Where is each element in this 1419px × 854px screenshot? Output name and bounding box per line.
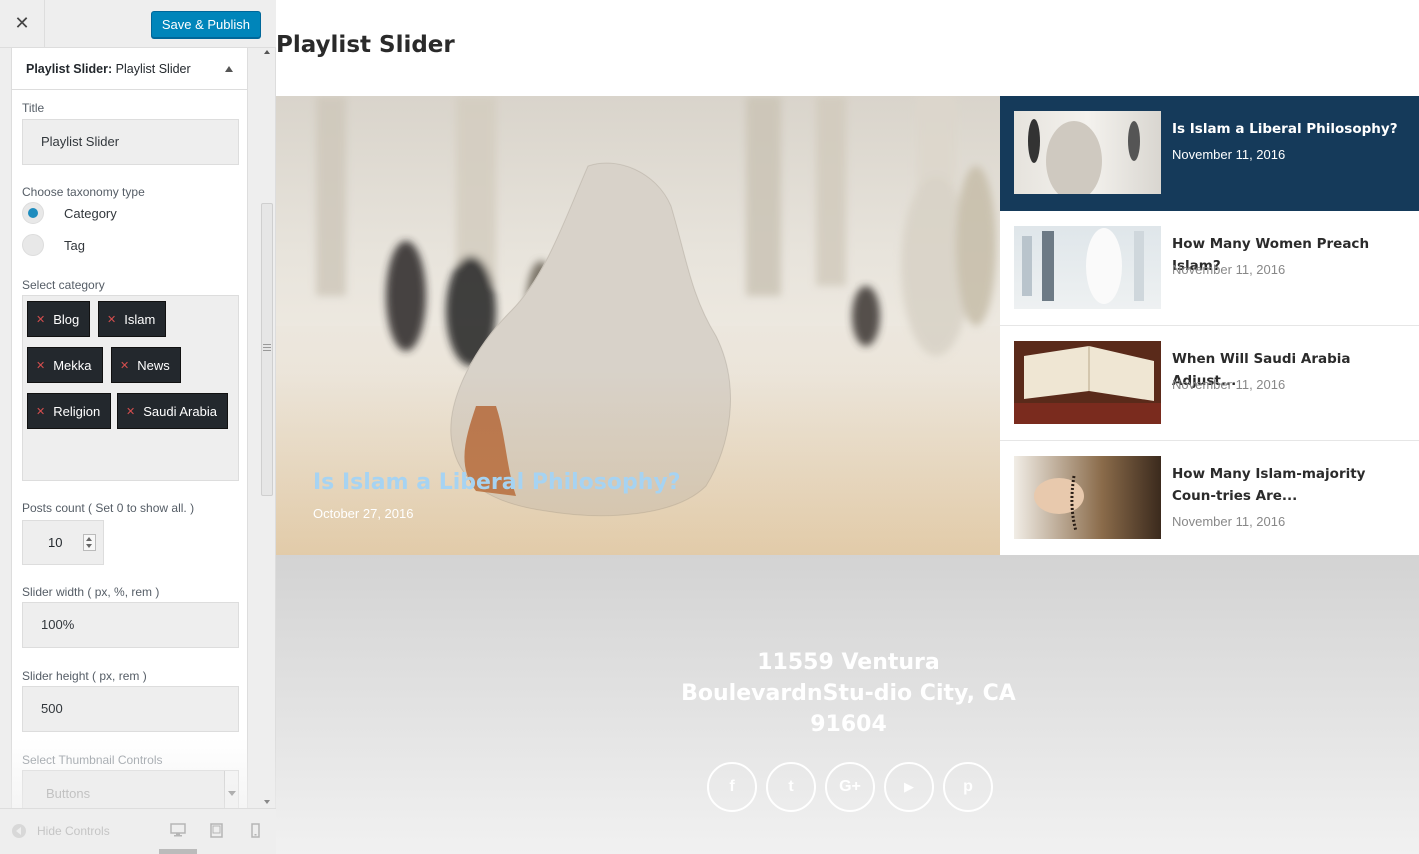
desktop-preview-icon[interactable] (170, 823, 186, 837)
thumbnail-controls-select[interactable]: Buttons (22, 770, 239, 808)
slider-height-input[interactable]: 500 (22, 686, 239, 732)
hide-controls-label: Hide Controls (37, 824, 110, 838)
remove-tag-icon[interactable]: ✕ (36, 359, 45, 372)
mobile-preview-icon[interactable] (251, 823, 260, 838)
playlist-item[interactable]: When Will Saudi Arabia Adjust... Novembe… (1000, 326, 1419, 441)
thumbnail-controls-value: Buttons (46, 786, 91, 801)
customizer-header: ✕ Save & Publish (0, 0, 276, 48)
controls-scroll-area[interactable]: Playlist Slider: Playlist Slider Title P… (0, 48, 276, 808)
hide-controls-button[interactable]: Hide Controls (12, 824, 110, 838)
slider-width-label: Slider width ( px, %, rem ) (22, 585, 160, 599)
playlist-item-title: Is Islam a Liberal Philosophy? (1172, 121, 1398, 137)
youtube-icon[interactable]: ▶ (884, 762, 934, 812)
title-input[interactable]: Playlist Slider (22, 119, 239, 165)
title-field-label: Title (22, 101, 45, 115)
customizer-footer: Hide Controls (0, 808, 276, 854)
radio-label: Category (64, 205, 117, 221)
scrollbar-thumb[interactable] (261, 203, 273, 496)
collapse-icon (12, 824, 26, 838)
slider-height-label: Slider height ( px, rem ) (22, 669, 147, 683)
radio-button[interactable] (22, 234, 44, 256)
widget-panel-header[interactable]: Playlist Slider: Playlist Slider (12, 48, 247, 90)
sidebar-scrollbar[interactable] (258, 48, 276, 808)
customizer-sidebar: ✕ Save & Publish Playlist Slider: Playli… (0, 0, 276, 854)
posts-count-value: 10 (48, 535, 63, 550)
footer-address: 11559 Ventura BoulevardnStu-dio City, CA… (681, 650, 1016, 737)
category-multiselect[interactable]: ✕ Blog ✕ Islam ✕ Mekka ✕ News ✕ Religion ✕ Sau… (22, 295, 239, 481)
close-icon: ✕ (14, 13, 30, 33)
tablet-preview-icon[interactable] (210, 823, 223, 838)
pinterest-icon[interactable]: p (943, 762, 993, 812)
hero-post-date: October 27, 2016 (313, 506, 414, 521)
site-preview: Playlist Slider Is Islam a Liberal Philo… (276, 0, 1419, 854)
remove-tag-icon[interactable]: ✕ (126, 405, 135, 418)
radio-button-selected[interactable] (22, 202, 44, 224)
stepper-up-icon[interactable] (86, 537, 92, 541)
tag-label: Saudi Arabia (143, 403, 217, 419)
category-tag[interactable]: ✕ Blog (27, 301, 91, 337)
widget-instance-name: Playlist Slider (115, 61, 191, 76)
remove-tag-icon[interactable]: ✕ (36, 313, 45, 326)
stepper-down-icon[interactable] (86, 544, 92, 548)
slider-width-input[interactable]: 100% (22, 602, 239, 648)
tag-label: News (137, 357, 170, 373)
playlist-item-date: November 11, 2016 (1172, 514, 1286, 529)
facebook-icon[interactable]: f (707, 762, 757, 812)
widget-panel-title: Playlist Slider: Playlist Slider (26, 62, 191, 76)
number-stepper[interactable] (83, 534, 96, 551)
tag-label: Islam (124, 311, 156, 327)
playlist-item[interactable]: How Many Women Preach Islam? November 11… (1000, 211, 1419, 326)
grip-icon (263, 344, 271, 351)
radio-label: Tag (64, 237, 85, 253)
thumbnail-controls-label: Select Thumbnail Controls (22, 753, 163, 767)
scroll-up-icon[interactable] (264, 50, 270, 54)
playlist-item[interactable]: Is Islam a Liberal Philosophy? November … (1000, 96, 1419, 211)
twitter-icon[interactable]: t (766, 762, 816, 812)
category-select-label: Select category (22, 278, 105, 292)
active-device-indicator (159, 849, 197, 854)
remove-tag-icon[interactable]: ✕ (36, 405, 45, 418)
tag-label: Blog (53, 311, 80, 327)
posts-count-label: Posts count ( Set 0 to show all. ) (22, 501, 195, 515)
tag-label: Mekka (53, 357, 92, 373)
thumbnail-image (1014, 456, 1161, 539)
category-tag[interactable]: ✕ Saudi Arabia (117, 393, 228, 429)
category-tag[interactable]: ✕ Religion (27, 393, 112, 429)
taxonomy-type-label: Choose taxonomy type (22, 185, 145, 199)
radio-option-tag[interactable]: Tag (22, 234, 85, 256)
remove-tag-icon[interactable]: ✕ (107, 313, 116, 326)
tag-label: Religion (53, 403, 101, 419)
scroll-down-icon[interactable] (264, 800, 270, 804)
playlist-item-date: November 11, 2016 (1172, 262, 1286, 277)
playlist-item[interactable]: How Many Islam-majority Coun-tries Are..… (1000, 441, 1419, 555)
playlist-item-title: How Many Islam-majority Coun-tries Are..… (1172, 466, 1366, 504)
thumbnail-image (1014, 226, 1161, 309)
posts-count-input[interactable]: 10 (22, 520, 104, 565)
category-tag[interactable]: ✕ Islam (98, 301, 167, 337)
hero-post-title[interactable]: Is Islam a Liberal Philosophy? (313, 470, 681, 495)
widget-title: Playlist Slider (276, 32, 455, 58)
playlist-list: Is Islam a Liberal Philosophy? November … (1000, 96, 1419, 555)
category-tag[interactable]: ✕ Mekka (27, 347, 103, 383)
playlist-item-date: November 11, 2016 (1172, 147, 1286, 162)
widget-type-label: Playlist Slider: (26, 61, 113, 76)
chevron-down-icon[interactable] (224, 771, 238, 808)
playlist-item-date: November 11, 2016 (1172, 377, 1286, 392)
save-publish-button[interactable]: Save & Publish (150, 11, 261, 38)
remove-tag-icon[interactable]: ✕ (120, 359, 129, 372)
thumbnail-image (1014, 341, 1161, 424)
site-footer: 11559 Ventura BoulevardnStu-dio City, CA… (276, 555, 1419, 854)
radio-option-category[interactable]: Category (22, 202, 117, 224)
thumbnail-image (1014, 111, 1161, 194)
collapse-arrow-icon[interactable] (225, 65, 233, 72)
google-plus-icon[interactable]: G+ (825, 762, 875, 812)
category-tag[interactable]: ✕ News (111, 347, 181, 383)
widget-panel: Playlist Slider: Playlist Slider Title P… (11, 48, 248, 808)
close-button[interactable]: ✕ (0, 0, 45, 47)
